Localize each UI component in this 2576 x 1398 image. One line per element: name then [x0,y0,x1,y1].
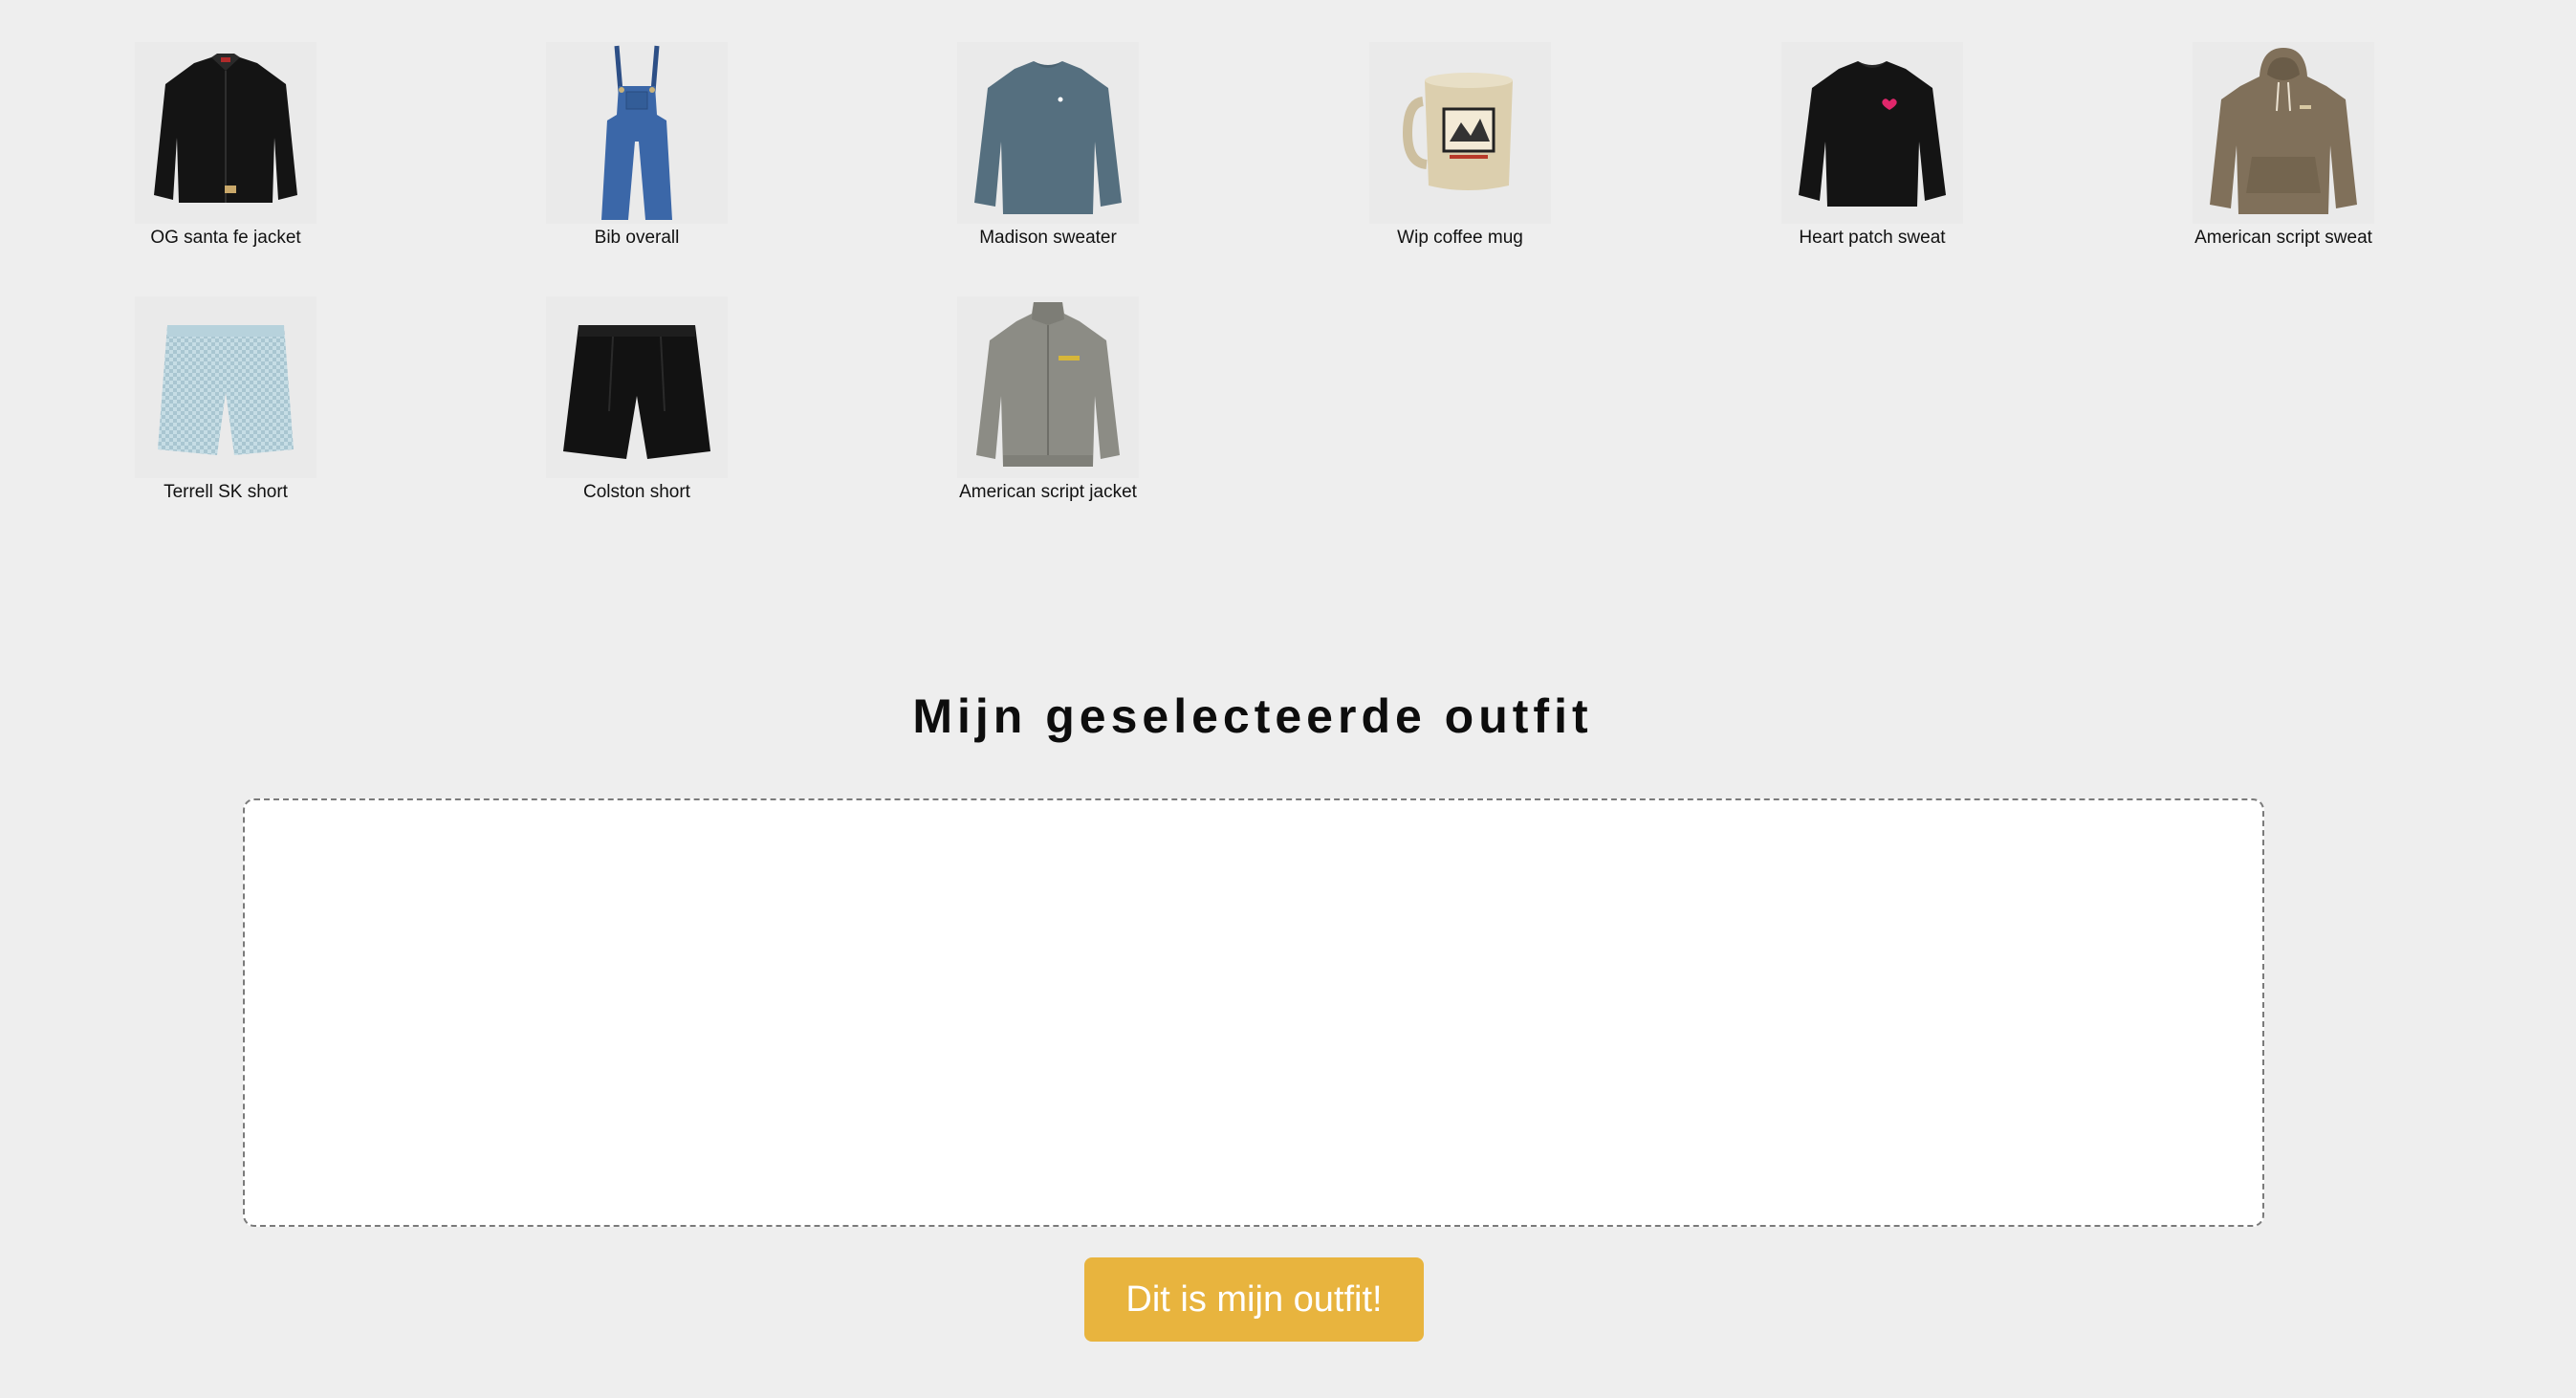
outfit-dropzone[interactable] [243,798,2264,1227]
black-sweatshirt-image[interactable] [1781,42,1963,224]
black-jacket-image[interactable] [135,42,317,224]
product-card-american-script-sweat[interactable]: American script sweat [2140,42,2427,249]
product-label: American script sweat [2194,228,2372,248]
product-label: Wip coffee mug [1397,228,1523,248]
product-label: Madison sweater [979,228,1117,248]
product-label: Colston short [583,482,690,502]
submit-outfit-button[interactable]: Dit is mijn outfit! [1084,1257,1424,1342]
denim-overall-image[interactable] [546,42,728,224]
product-card-og-santa-fe-jacket[interactable]: OG santa fe jacket [82,42,369,249]
product-card-heart-patch-sweat[interactable]: Heart patch sweat [1729,42,2016,249]
product-card-terrell-sk-short[interactable]: Terrell SK short [82,296,369,503]
product-label: American script jacket [959,482,1137,502]
product-label: Heart patch sweat [1799,228,1946,248]
outfit-title: Mijn geselecteerde outfit [912,689,1593,743]
coffee-mug-image[interactable] [1369,42,1551,224]
black-shorts-image[interactable] [546,296,728,478]
product-card-colston-short[interactable]: Colston short [493,296,780,503]
product-card-wip-coffee-mug[interactable]: Wip coffee mug [1317,42,1604,249]
product-label: Terrell SK short [164,482,288,502]
product-card-madison-sweater[interactable]: Madison sweater [905,42,1191,249]
blue-sweater-image[interactable] [957,42,1139,224]
product-label: Bib overall [594,228,680,248]
grey-track-jacket-image[interactable] [957,296,1139,478]
brown-hoodie-image[interactable] [2193,42,2374,224]
product-card-american-script-jacket[interactable]: American script jacket [905,296,1191,503]
product-card-bib-overall[interactable]: Bib overall [493,42,780,249]
light-blue-shorts-image[interactable] [135,296,317,478]
product-label: OG santa fe jacket [150,228,301,248]
